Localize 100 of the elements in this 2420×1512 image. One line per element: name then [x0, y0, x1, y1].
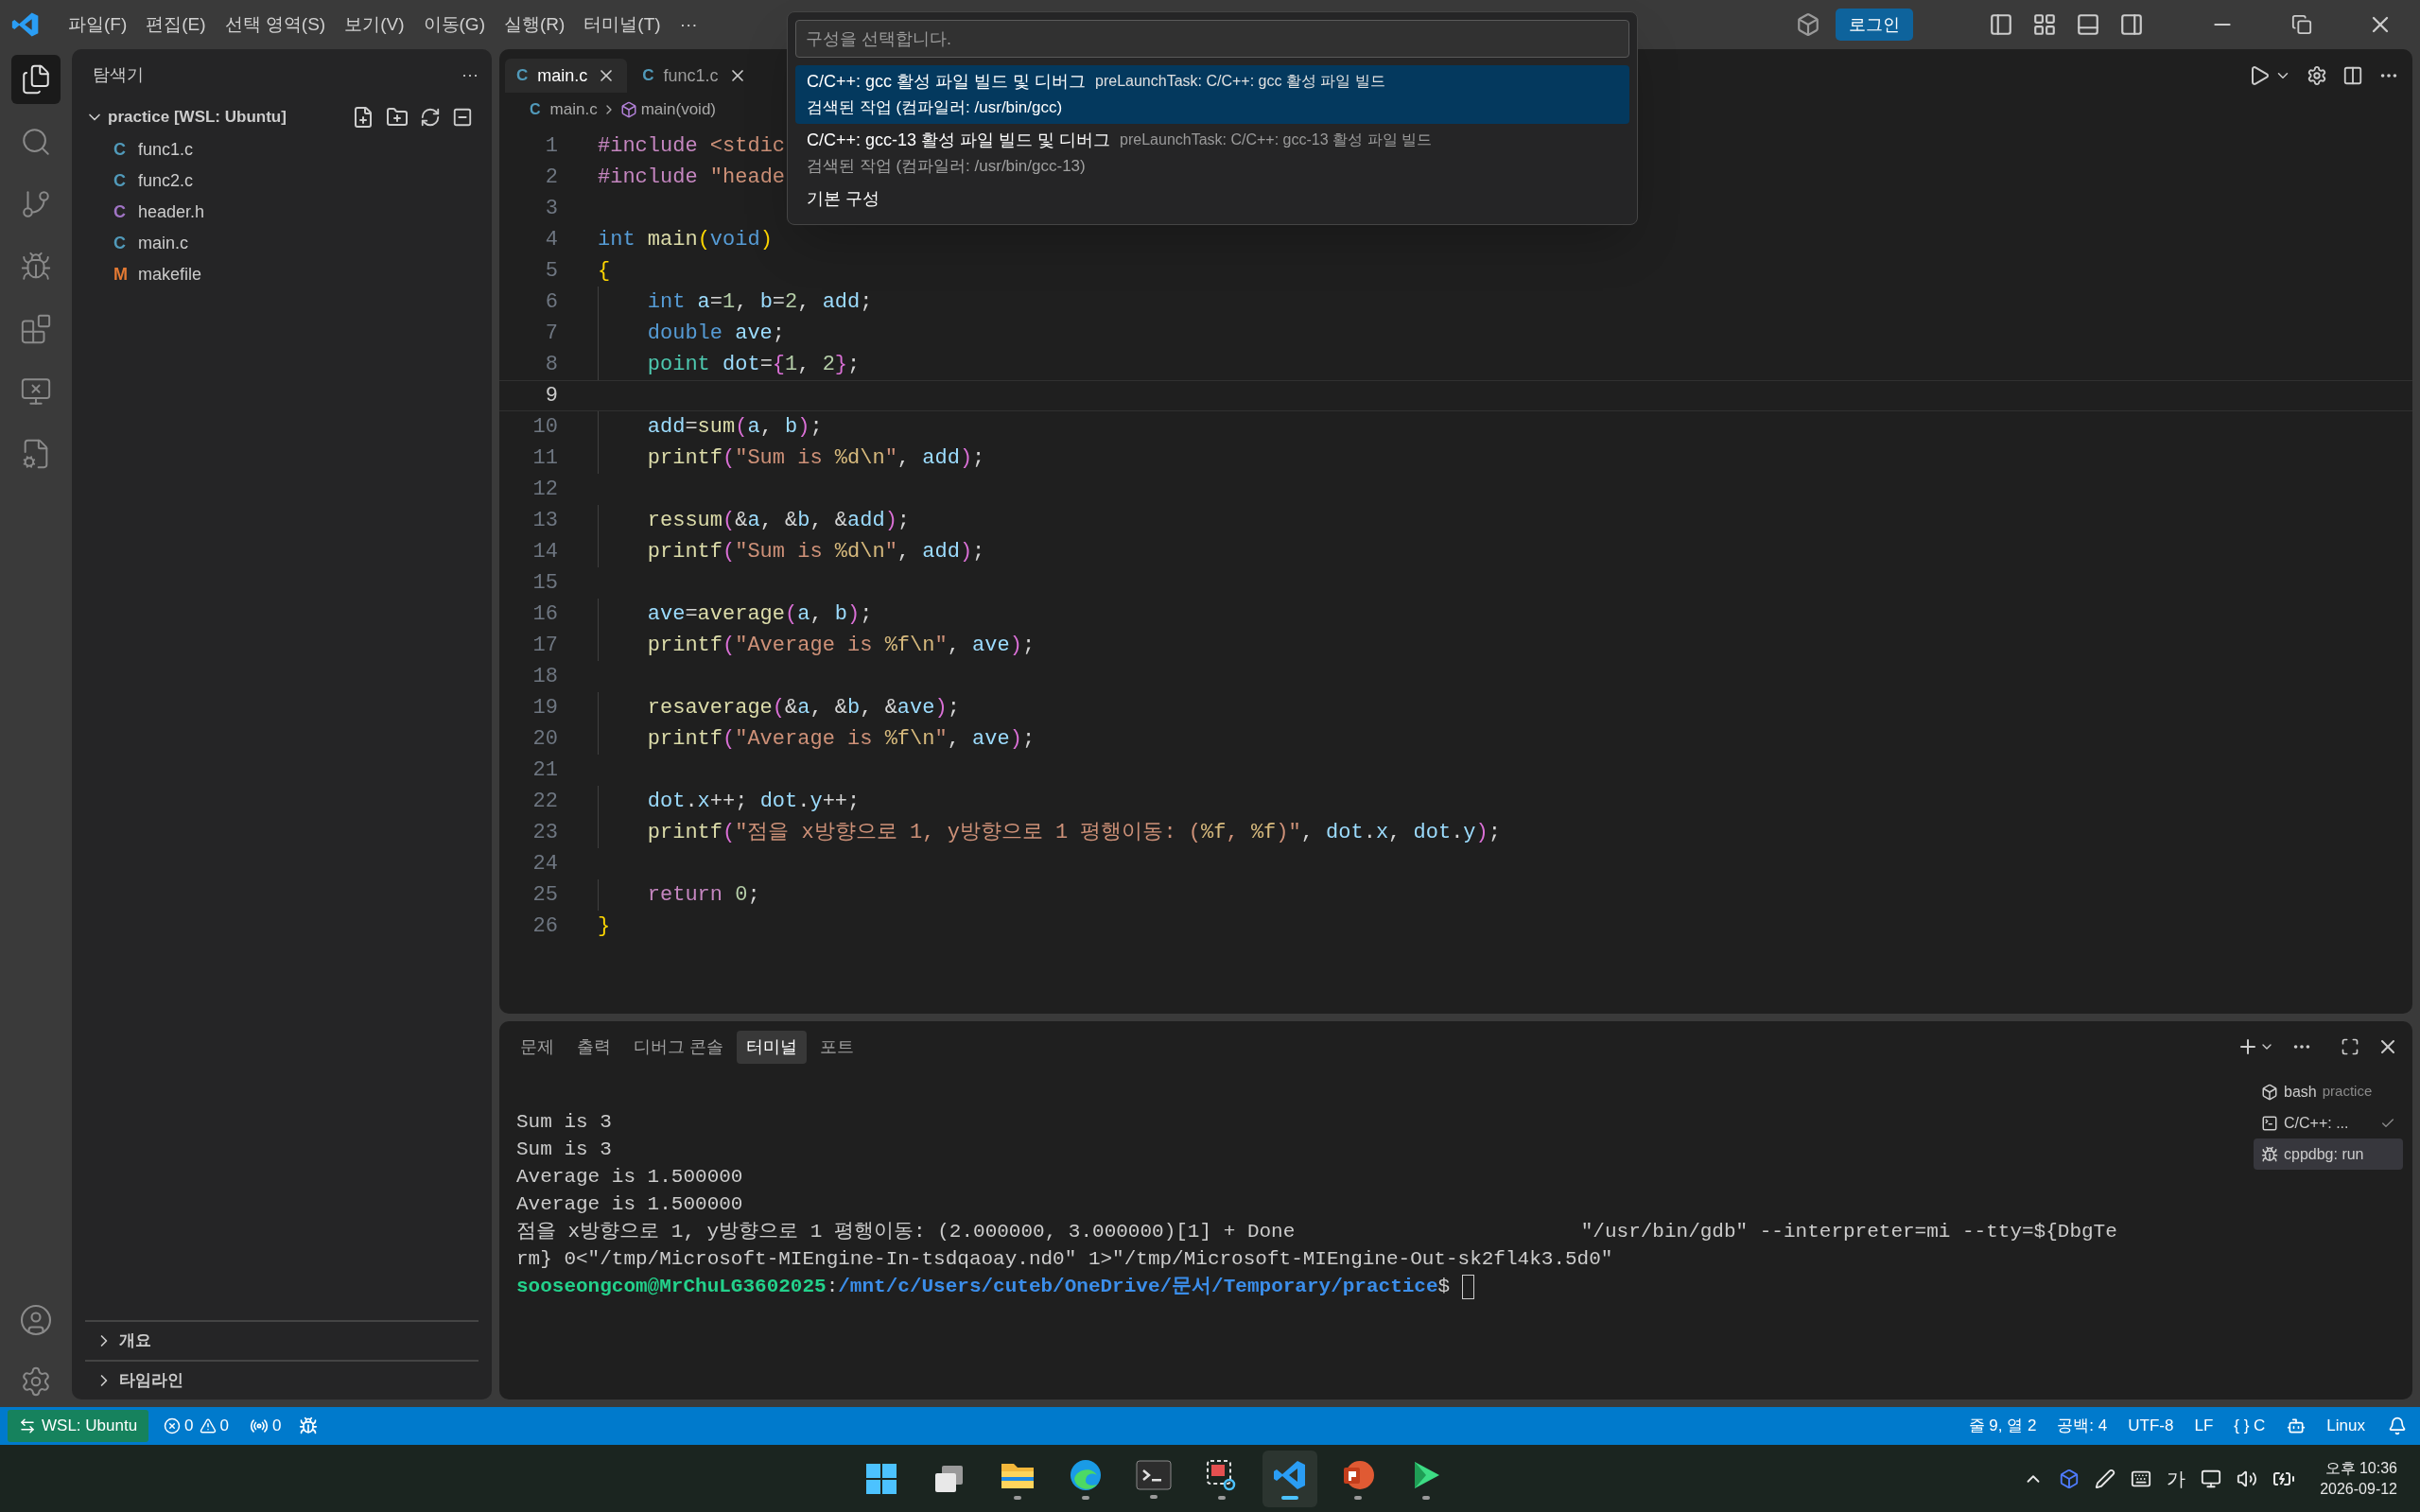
source-control-icon[interactable] — [20, 188, 52, 220]
error-count[interactable]: 0 — [184, 1414, 194, 1438]
panel-tab[interactable]: 터미널 — [737, 1030, 807, 1064]
status-item[interactable]: 줄 9, 열 2 — [1968, 1414, 2037, 1438]
restore-icon[interactable] — [2291, 14, 2312, 35]
clock-time[interactable]: 오후 10:36 — [2324, 1457, 2397, 1479]
cube-icon — [2261, 1083, 2278, 1101]
code-line: #include <stdic — [598, 133, 786, 160]
line-number: 4 — [544, 227, 558, 253]
new-folder-icon[interactable] — [386, 106, 409, 129]
new-file-icon[interactable] — [352, 106, 374, 129]
settings-icon[interactable] — [2307, 65, 2327, 86]
menu-item[interactable]: 파일(F) — [59, 5, 137, 44]
windows-start-icon[interactable] — [863, 1461, 898, 1496]
breadcrumb-item[interactable]: main.c — [549, 97, 598, 122]
panel-tab[interactable]: 디버그 콘솔 — [624, 1030, 733, 1064]
item-label: 기본 구성 — [807, 187, 879, 210]
panel-tab[interactable]: 문제 — [511, 1030, 564, 1064]
terminal-app-icon[interactable] — [1135, 1458, 1172, 1491]
debug-icon[interactable] — [298, 1416, 318, 1435]
panel-tab[interactable]: 포트 — [810, 1030, 863, 1064]
file-name[interactable]: makefile — [138, 262, 202, 287]
network-icon[interactable] — [2201, 1468, 2222, 1489]
app-tray-icon[interactable] — [2059, 1468, 2081, 1489]
terminal-list-item[interactable]: bash practice — [2254, 1076, 2403, 1107]
pen-icon[interactable] — [2095, 1468, 2116, 1489]
panel-tab[interactable]: 출력 — [567, 1030, 620, 1064]
toggle-secondary-sidebar-icon[interactable] — [2119, 12, 2144, 37]
quick-pick-item[interactable]: 기본 구성 — [795, 182, 1629, 215]
terminal-line: 점을 x방향으로 1, y방향으로 1 평행이동: (2.000000, 3.000000)[1] + Done "/usr/bin/gdb" --interpreter=mi --tty=${DbgTe — [516, 1220, 2118, 1244]
terminal-line: Average is 1.500000 — [516, 1165, 744, 1190]
browser-icon[interactable] — [1068, 1457, 1103, 1492]
code-line: int main(void) — [598, 227, 773, 253]
menu-item[interactable]: 실행(R) — [494, 5, 575, 44]
terminal-list-item[interactable]: C/C++: ... — [2254, 1107, 2403, 1138]
file-name[interactable]: main.c — [138, 231, 188, 256]
menu-item[interactable]: 보기(V) — [335, 5, 414, 44]
code-line: #include "heade — [598, 165, 786, 191]
refresh-icon[interactable] — [420, 107, 441, 128]
line-number: 7 — [544, 321, 558, 347]
menu-item[interactable]: 이동(G) — [413, 5, 495, 44]
breadcrumb-item[interactable]: main(void) — [640, 97, 716, 122]
terminal-list-item[interactable]: cppdbg: run — [2254, 1138, 2403, 1170]
code-line: double ave; — [647, 321, 786, 347]
status-item[interactable]: 공백: 4 — [2057, 1414, 2108, 1438]
layout-icon[interactable] — [2032, 12, 2057, 37]
quick-pick-item[interactable]: C/C++: gcc-13 활성 파일 빌드 및 디버그 preLaunchTask: C/C++: gcc-13 활성 파일 빌드 검색된 작업 (컴파일러: /usr/bin/gcc-13) — [795, 124, 1629, 182]
input-method-indicator[interactable]: 가 — [2167, 1464, 2186, 1493]
more-actions[interactable]: ··· — [461, 61, 479, 88]
error-icon[interactable] — [164, 1417, 182, 1434]
terminal-line: Sum is 3 — [516, 1138, 613, 1162]
menu-item[interactable]: 선택 영역(S) — [215, 5, 336, 44]
quick-pick-item[interactable]: C/C++: gcc 활성 파일 빌드 및 디버그 preLaunchTask: C/C++: gcc 활성 파일 빌드 검색된 작업 (컴파일러: /usr/bin/gcc) — [795, 65, 1629, 124]
file-type-icon: C — [516, 63, 529, 88]
editor-tab[interactable]: C func1.c — [631, 59, 758, 93]
menu-item[interactable]: 편집(E) — [136, 5, 216, 44]
login-button[interactable]: 로그인 — [1836, 9, 1913, 41]
section-header[interactable]: 타임라인 — [119, 1368, 183, 1393]
code-line: int a=1, b=2, add; — [647, 289, 873, 316]
code-line: point dot={1, 2}; — [647, 352, 861, 378]
ports-count[interactable]: 0 — [272, 1414, 282, 1438]
status-item[interactable]: LF — [2194, 1414, 2214, 1438]
remote-indicator[interactable]: WSL: Ubuntu — [8, 1410, 149, 1442]
split-editor-icon[interactable] — [2342, 65, 2363, 86]
menu-item[interactable]: 터미널(T) — [574, 5, 670, 44]
terminal-name: cppdbg: run — [2284, 1144, 2364, 1164]
toggle-panel-icon[interactable] — [2076, 12, 2100, 37]
warning-count[interactable]: 0 — [219, 1414, 230, 1438]
file-name[interactable]: header.h — [138, 200, 205, 225]
collapse-all-icon[interactable] — [452, 107, 473, 128]
line-number: 16 — [531, 601, 558, 628]
status-item[interactable]: { } C — [2234, 1414, 2266, 1438]
notifications-icon[interactable] — [2388, 1416, 2407, 1435]
menu-item[interactable]: ··· — [670, 5, 707, 44]
bug-icon — [2261, 1145, 2278, 1163]
code-line: printf("Average is %f\n", ave); — [647, 633, 1036, 659]
explorer-icon[interactable] — [20, 63, 52, 96]
clock-date[interactable]: 2026-09-12 — [2320, 1478, 2397, 1500]
remote-explorer-icon[interactable] — [20, 375, 52, 408]
code-line: printf("Average is %f\n", ave); — [647, 726, 1036, 753]
os-indicator[interactable]: Linux — [2326, 1414, 2365, 1438]
item-description: preLaunchTask: C/C++: gcc 활성 파일 빌드 — [1095, 72, 1385, 91]
warning-icon[interactable] — [199, 1417, 217, 1434]
account-icon[interactable] — [19, 1303, 53, 1337]
maximize-icon[interactable] — [2341, 1037, 2359, 1056]
tab-label: func1.c — [663, 64, 719, 87]
file-name[interactable]: func1.c — [138, 137, 194, 163]
search-icon[interactable] — [20, 126, 52, 158]
folder-name[interactable]: practice [WSL: Ubuntu] — [108, 105, 287, 130]
file-name[interactable]: func2.c — [138, 168, 194, 194]
search-field[interactable]: 구성을 선택합니다. — [795, 20, 1629, 58]
code-line: dot.x++; dot.y++; — [647, 789, 861, 815]
extensions-icon[interactable] — [20, 313, 52, 345]
ports-icon[interactable] — [250, 1416, 270, 1435]
status-item[interactable]: UTF-8 — [2128, 1414, 2174, 1438]
vscode-logo-icon — [11, 10, 40, 39]
editor-tab[interactable]: C main.c — [505, 59, 628, 93]
section-header[interactable]: 개요 — [119, 1329, 151, 1353]
line-number: 11 — [531, 445, 558, 472]
toggle-sidebar-icon[interactable] — [1989, 12, 2013, 37]
